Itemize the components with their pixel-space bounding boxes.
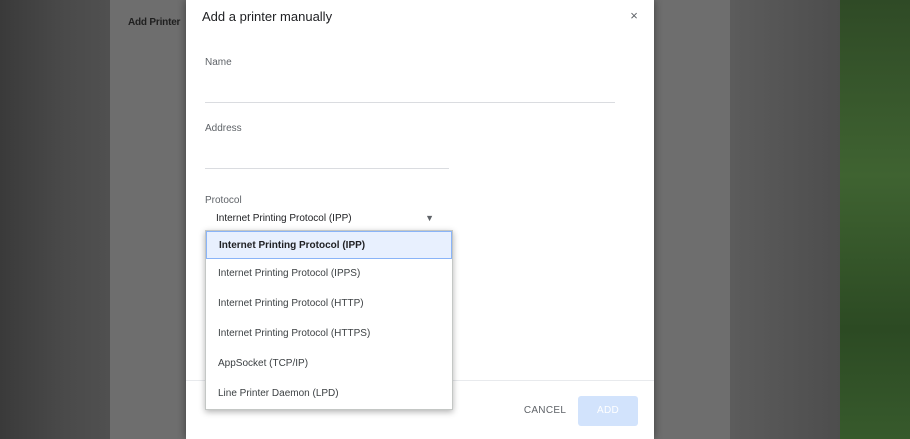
protocol-select[interactable]: Internet Printing Protocol (IPP) ▼ xyxy=(216,212,440,231)
protocol-option[interactable]: Line Printer Daemon (LPD) xyxy=(206,380,452,408)
dropdown-arrow-icon: ▼ xyxy=(425,213,434,223)
protocol-option[interactable]: Internet Printing Protocol (IPPS) xyxy=(206,260,452,288)
address-label: Address xyxy=(205,123,242,134)
protocol-option[interactable]: Internet Printing Protocol (IPP) xyxy=(206,231,452,259)
protocol-selected-value: Internet Printing Protocol (IPP) xyxy=(216,213,352,224)
name-input[interactable] xyxy=(205,84,615,96)
name-label: Name xyxy=(205,57,232,68)
cancel-button[interactable]: CANCEL xyxy=(516,400,574,422)
address-underline xyxy=(205,168,449,169)
name-underline xyxy=(205,102,615,103)
address-input[interactable] xyxy=(205,150,449,162)
background-left-panel xyxy=(0,0,110,439)
background-right-panel xyxy=(730,0,840,439)
protocol-option[interactable]: Internet Printing Protocol (HTTP) xyxy=(206,290,452,318)
protocol-option[interactable]: AppSocket (TCP/IP) xyxy=(206,350,452,378)
background-wallpaper xyxy=(840,0,910,439)
protocol-option[interactable]: Internet Printing Protocol (HTTPS) xyxy=(206,320,452,348)
protocol-dropdown-list: Internet Printing Protocol (IPP) Interne… xyxy=(205,230,453,410)
add-button[interactable]: ADD xyxy=(578,396,638,426)
protocol-label: Protocol xyxy=(205,195,242,206)
close-icon[interactable]: × xyxy=(626,8,642,24)
background-page-heading: Add Printer xyxy=(128,17,181,28)
dialog-title: Add a printer manually xyxy=(202,9,333,24)
